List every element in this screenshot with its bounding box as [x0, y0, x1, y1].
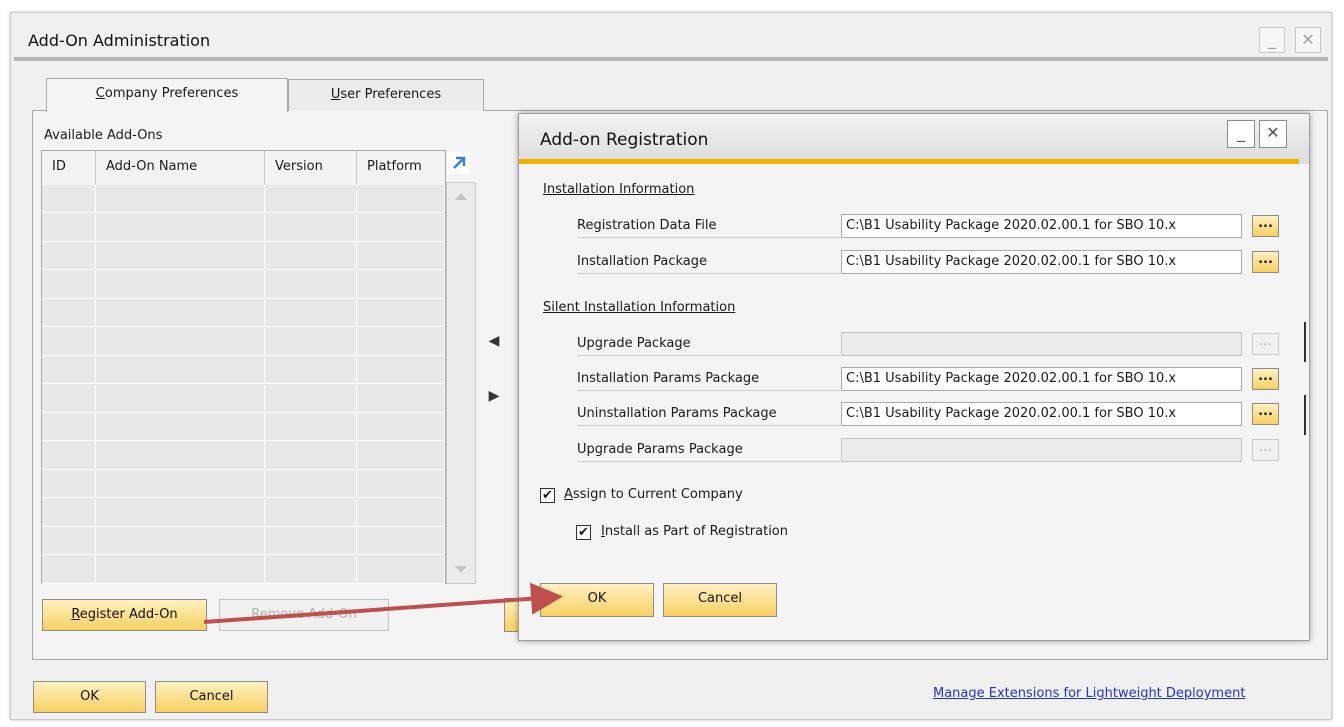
annotation-arrow	[203, 582, 563, 624]
